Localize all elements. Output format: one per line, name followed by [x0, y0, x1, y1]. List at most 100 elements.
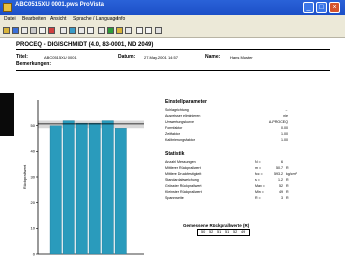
measured-value: 50	[201, 230, 206, 234]
stats-title: Statistik	[165, 151, 185, 157]
stat-label: Mittlerer Rückprallwert	[165, 166, 201, 170]
params-title: Einstellparameter	[165, 99, 207, 105]
y-tick-label: 20	[31, 200, 36, 205]
app-window: ABC0515XU 0001.pws ProVista _ □ × Datei …	[0, 0, 345, 275]
stat-symbol: m =	[255, 166, 262, 170]
heading-divider	[16, 49, 330, 50]
param-label: Zeitfaktor	[165, 132, 180, 136]
title-label: Titel:	[16, 54, 28, 60]
measured-values-title: Gemessene Rückprallwerte (R)	[183, 223, 250, 228]
param-label: Schlagrichtung	[165, 108, 189, 112]
stat-unit: R	[286, 196, 289, 200]
title-bar[interactable]: ABC0515XU 0001.pws ProVista _ □ ×	[0, 0, 345, 15]
stat-symbol: R =	[255, 196, 261, 200]
stat-unit: R	[286, 178, 289, 182]
param-label: Umwertungskurve	[165, 120, 194, 124]
open-icon[interactable]	[3, 27, 10, 34]
bar	[62, 120, 75, 255]
param-value: 0.00	[281, 126, 288, 130]
stat-value: 1.2	[278, 178, 283, 182]
name-label: Name:	[205, 54, 221, 60]
rebound-chart: 0 10 20 30 40 50 Rückprallwert	[22, 100, 144, 256]
window-icon[interactable]	[136, 27, 143, 34]
y-tick-label: 10	[31, 226, 36, 231]
param-label: Formfaktor	[165, 126, 183, 130]
app-icon	[3, 3, 12, 12]
menu-ansicht[interactable]: Ansicht	[50, 16, 66, 22]
print-icon[interactable]	[21, 27, 28, 34]
measured-value: 52	[209, 230, 214, 234]
stat-value: 52	[279, 184, 283, 188]
param-value: nie	[283, 114, 288, 118]
toolbar	[0, 25, 345, 38]
settings-icon[interactable]	[87, 27, 94, 34]
bar	[88, 122, 101, 255]
stat-unit: kg/cm²	[286, 172, 297, 176]
maximize-button[interactable]: □	[316, 2, 327, 13]
stat-value: 50.7	[276, 166, 283, 170]
stat-label: Mittlere Druckfestigkeit	[165, 172, 202, 176]
stat-value: 6	[281, 160, 283, 164]
menu-bearbeiten[interactable]: Bearbeiten	[22, 16, 46, 22]
measured-value: 51	[217, 230, 222, 234]
stat-unit: R	[286, 166, 289, 170]
menu-datei[interactable]: Datei	[4, 16, 16, 22]
stat-unit: R	[286, 190, 289, 194]
stat-symbol: Min =	[255, 190, 264, 194]
measured-value: 51	[225, 230, 230, 234]
param-label: Ausreisser eliminieren	[165, 114, 201, 118]
param-label: Kalibrierungsfaktor	[165, 138, 195, 142]
param-value: 1.00	[281, 138, 288, 142]
stat-label: Anzahl Messungen	[165, 160, 196, 164]
calc-icon[interactable]	[116, 27, 123, 34]
bar	[49, 125, 62, 255]
preview-icon[interactable]	[30, 27, 37, 34]
background-strip	[0, 93, 14, 136]
stat-symbol: s =	[255, 178, 260, 182]
stat-symbol: N =	[255, 160, 261, 164]
bar	[114, 128, 127, 255]
stat-label: Kleinster Rückprallwert	[165, 190, 202, 194]
report-heading: PROCEQ - DIGISCHMIDT (4.0, 83-0001, ND 2…	[16, 42, 154, 48]
stat-label: Grösster Rückprallwert	[165, 184, 202, 188]
y-tick-label: 0	[33, 251, 36, 256]
bar	[75, 122, 88, 255]
help-icon[interactable]	[155, 27, 162, 34]
menu-sprache[interactable]: Sprache / Language	[73, 16, 118, 22]
stat-symbol: fcc =	[255, 172, 263, 176]
date-label: Datum:	[118, 54, 136, 60]
stat-symbol: Max =	[255, 184, 265, 188]
graph-icon[interactable]	[98, 27, 105, 34]
y-axis-label: Rückprallwert	[22, 164, 27, 189]
stat-value: 3	[281, 196, 283, 200]
param-value: 1.00	[281, 132, 288, 136]
measured-value: 52	[233, 230, 238, 234]
stat-label: Spannweite	[165, 196, 184, 200]
y-tick-label: 40	[31, 149, 36, 154]
param-value: →	[284, 108, 288, 112]
param-value: A-PROCEQ	[268, 120, 288, 124]
window-title: ABC0515XU 0001.pws ProVista	[15, 2, 104, 8]
minimize-button[interactable]: _	[303, 2, 314, 13]
menu-info[interactable]: Info	[117, 16, 125, 22]
name-value: Hans Muster	[230, 55, 253, 60]
bar	[101, 120, 114, 255]
save-icon[interactable]	[12, 27, 19, 34]
chart-icon[interactable]	[69, 27, 76, 34]
date-value: 27.May.2001 14:57	[144, 55, 178, 60]
delete-icon[interactable]	[48, 27, 55, 34]
table-icon[interactable]	[60, 27, 67, 34]
measured-value: 49	[241, 230, 246, 234]
zoom-icon[interactable]	[125, 27, 132, 34]
close-button[interactable]: ×	[329, 2, 340, 13]
stat-unit: R	[286, 184, 289, 188]
copy-icon[interactable]	[39, 27, 46, 34]
list-icon[interactable]	[78, 27, 85, 34]
stat-value: 49	[279, 190, 283, 194]
tile-icon[interactable]	[145, 27, 152, 34]
y-tick-label: 50	[31, 123, 36, 128]
export-icon[interactable]	[107, 27, 114, 34]
title-value: ABC0515XU 0001	[44, 55, 77, 60]
y-tick-label: 30	[31, 174, 36, 179]
menu-bar: Datei Bearbeiten Ansicht Sprache / Langu…	[0, 15, 345, 25]
